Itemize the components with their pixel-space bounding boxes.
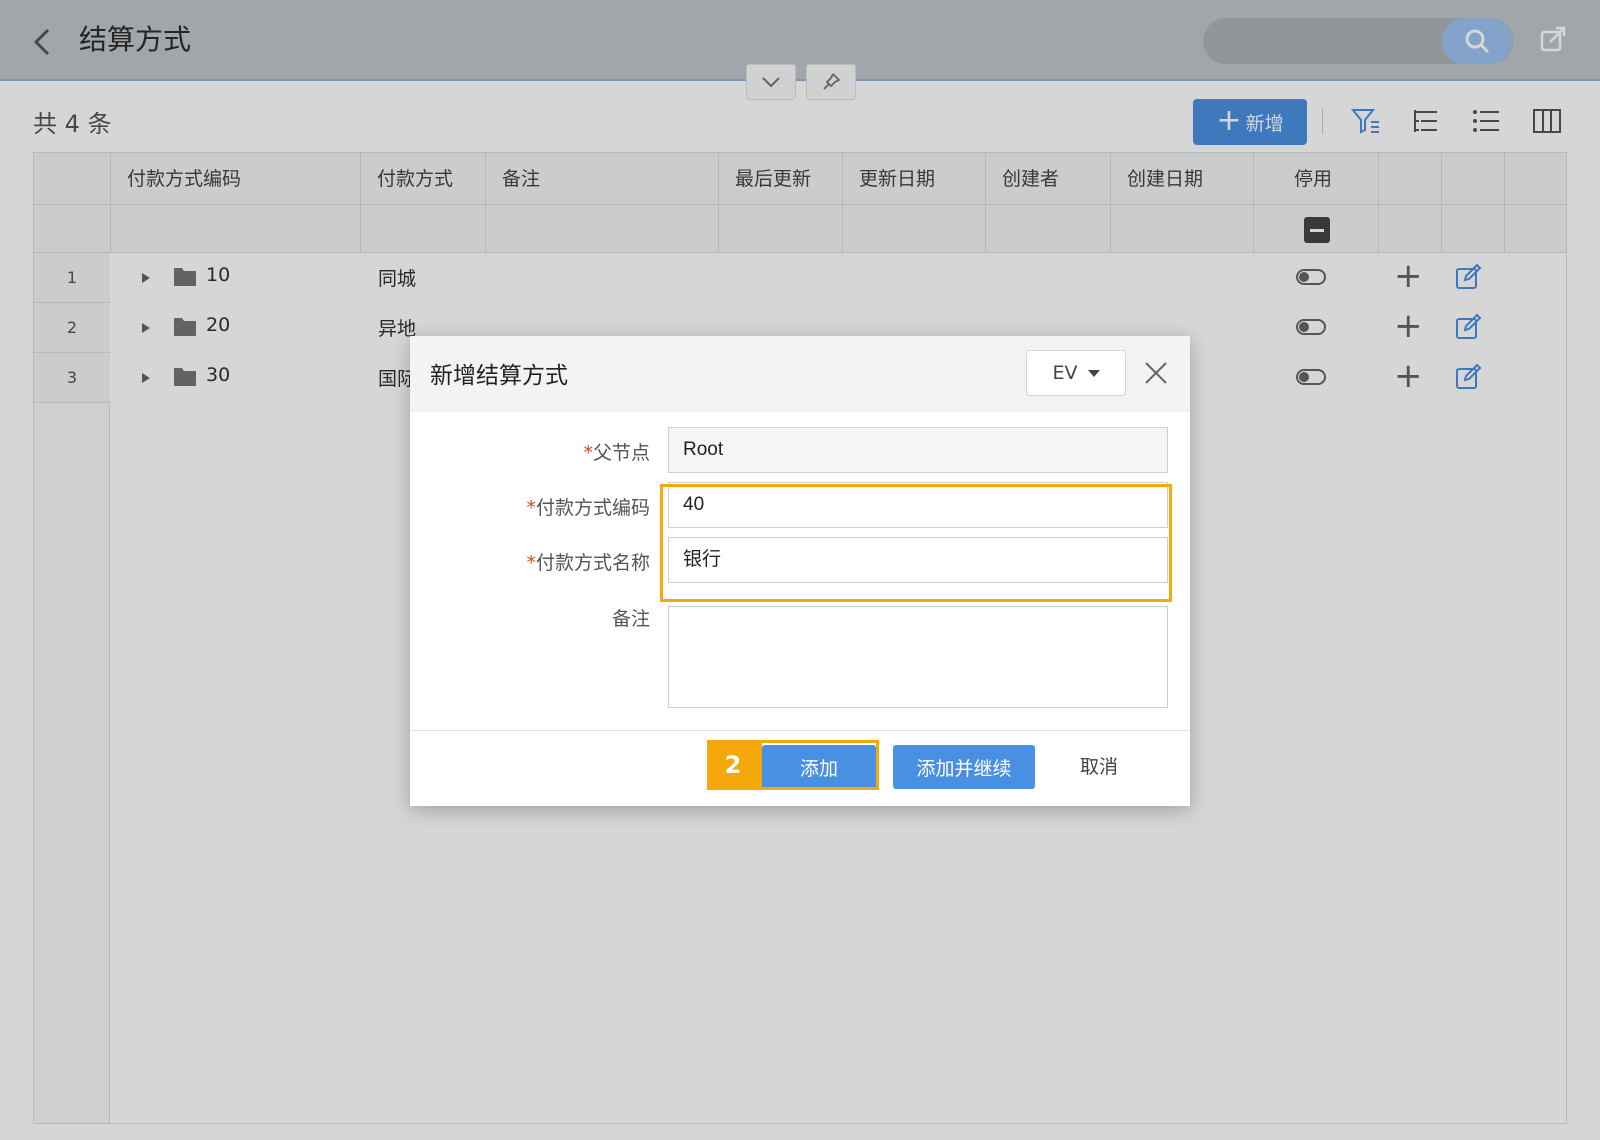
dialog-header: 新增结算方式 EV (410, 336, 1190, 412)
parent-field[interactable]: Root (668, 427, 1168, 473)
language-value: EV (1052, 362, 1078, 384)
add-and-continue-button[interactable]: 添加并继续 (893, 745, 1035, 789)
dialog-footer: 2 添加 添加并继续 取消 (410, 730, 1190, 806)
required-mark: * (583, 442, 593, 464)
dialog-title: 新增结算方式 (430, 363, 568, 389)
required-mark: * (526, 497, 536, 519)
highlight-box (759, 740, 879, 790)
add-settlement-dialog: 新增结算方式 EV *父节点 Root *付款方式编码 40 *付款方式名称 银… (410, 336, 1190, 806)
cancel-button[interactable]: 取消 (1080, 745, 1118, 789)
name-field-label: *付款方式名称 (526, 552, 650, 574)
step-badge: 2 (707, 740, 759, 790)
language-select[interactable]: EV (1026, 350, 1126, 396)
highlight-box (660, 484, 1172, 602)
remark-textarea[interactable] (668, 606, 1168, 708)
remark-field-label: 备注 (611, 608, 650, 630)
required-mark: * (526, 552, 536, 574)
caret-down-icon (1087, 369, 1100, 377)
close-icon[interactable] (1143, 360, 1169, 386)
code-field-label: *付款方式编码 (526, 497, 650, 519)
parent-field-label: *父节点 (583, 442, 650, 464)
